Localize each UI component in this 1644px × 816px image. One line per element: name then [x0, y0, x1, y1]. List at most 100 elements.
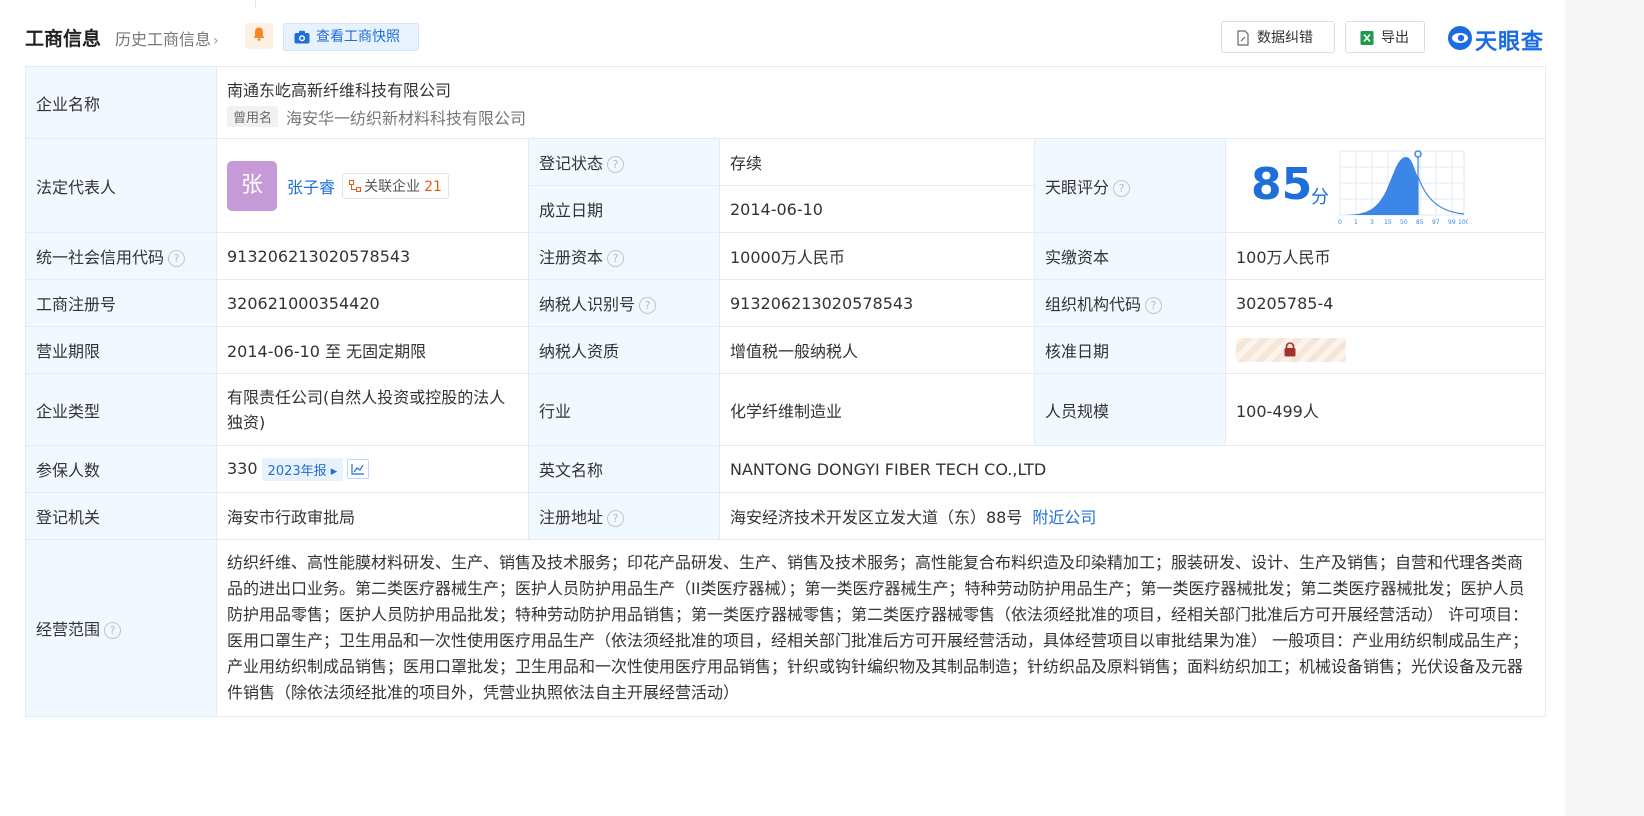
- table-row: 法定代表人 张张子睿 关联企业 21 登记状态? 存续 天眼评分? 85 分 0…: [25, 138, 1547, 233]
- legal-rep-cell: 张张子睿 关联企业 21: [216, 138, 529, 233]
- approval-date-label: 核准日期: [1034, 326, 1226, 374]
- svg-text:15: 15: [1384, 219, 1392, 226]
- english-name-label: 英文名称: [528, 445, 720, 493]
- insured-cell: 330 2023年报 ▸: [216, 445, 529, 493]
- industry-value: 化学纤维制造业: [719, 373, 1035, 446]
- term-label: 营业期限: [25, 326, 217, 374]
- table-row: 统一社会信用代码? 913206213020578543 注册资本? 10000…: [25, 232, 1547, 280]
- trend-chart-button[interactable]: [347, 459, 370, 479]
- score-widget[interactable]: 85 分 0 1 3 15 50 85 97 99 100: [1226, 141, 1545, 231]
- svg-text:85: 85: [1416, 219, 1424, 226]
- svg-text:50: 50: [1400, 219, 1408, 226]
- score-unit: 分: [1311, 186, 1329, 208]
- credit-code-value: 913206213020578543: [216, 232, 529, 280]
- insured-label: 参保人数: [25, 445, 217, 493]
- annual-report-tag[interactable]: 2023年报 ▸: [261, 457, 344, 481]
- table-row: 企业类型 有限责任公司(自然人投资或控股的法人独资) 行业 化学纤维制造业 人员…: [25, 373, 1547, 446]
- history-link[interactable]: 历史工商信息 ›: [115, 26, 219, 50]
- excel-icon: [1360, 31, 1374, 45]
- table-row: 经营范围? 纺织纤维、高性能膜材料研发、生产、销售及技术服务；印花产品研发、生产…: [25, 539, 1547, 717]
- scope-label: 经营范围?: [25, 539, 217, 717]
- used-name-tag: 曾用名: [227, 105, 279, 127]
- camera-icon: [294, 30, 310, 44]
- help-icon[interactable]: ?: [639, 297, 657, 314]
- address-cell: 海安经济技术开发区立发大道（东）88号 附近公司: [718, 492, 1547, 540]
- address-value: 海安经济技术开发区立发大道（东）88号: [730, 508, 1023, 527]
- help-icon[interactable]: ?: [607, 250, 625, 267]
- section-header: 工商信息 历史工商信息 › 查看工商快照 数据纠错 导出 天眼查: [25, 20, 1545, 55]
- monitor-button[interactable]: [245, 23, 273, 49]
- taxpayer-qual-label: 纳税人资质: [528, 326, 720, 374]
- company-type-label: 企业类型: [25, 373, 217, 446]
- vip-locked-field[interactable]: [1236, 338, 1346, 362]
- taxpayer-id-value: 913206213020578543: [719, 279, 1035, 327]
- staff-size-label: 人员规模: [1034, 373, 1226, 446]
- company-name: 南通东屹高新纤维科技有限公司: [227, 80, 452, 100]
- score-label: 天眼评分?: [1034, 138, 1226, 233]
- english-name-value: NANTONG DONGYI FIBER TECH CO.,LTD: [718, 445, 1547, 493]
- svg-text:0: 0: [1338, 219, 1342, 226]
- term-value: 2014-06-10 至 无固定期限: [216, 326, 529, 374]
- help-icon[interactable]: ?: [168, 250, 186, 267]
- lock-icon: [1284, 342, 1296, 357]
- help-icon[interactable]: ?: [104, 622, 122, 639]
- insured-value: 330: [227, 458, 258, 478]
- logo-mark-icon: [1448, 26, 1472, 50]
- chevron-right-icon: ›: [213, 33, 219, 49]
- scope-value: 纺织纤维、高性能膜材料研发、生产、销售及技术服务；印花产品研发、生产、销售及技术…: [215, 539, 1547, 717]
- help-icon[interactable]: ?: [1113, 179, 1131, 197]
- snapshot-label: 查看工商快照: [316, 29, 400, 45]
- table-row: 工商注册号 320621000354420 纳税人识别号? 9132062130…: [25, 279, 1547, 327]
- table-row: 登记机关 海安市行政审批局 注册地址? 海安经济技术开发区立发大道（东）88号附…: [25, 492, 1547, 540]
- help-icon[interactable]: ?: [1145, 297, 1163, 314]
- related-count: 21: [424, 178, 442, 195]
- reg-no-value: 320621000354420: [216, 279, 529, 327]
- section-title: 工商信息: [25, 28, 102, 50]
- score-distribution-chart: 0 1 3 15 50 85 97 99 100: [1338, 149, 1468, 226]
- taxpayer-qual-value: 增值税一般纳税人: [719, 326, 1035, 374]
- snapshot-button[interactable]: 查看工商快照: [283, 23, 419, 51]
- score-value: 85: [1251, 158, 1313, 210]
- svg-text:97: 97: [1432, 219, 1440, 226]
- table-row: 参保人数 330 2023年报 ▸ 英文名称 NANTONG DONGYI FIB…: [25, 445, 1547, 493]
- score-axis-ticks: 0 1 3 15 50 85 97 99 100: [1338, 219, 1468, 226]
- reg-capital-value: 10000万人民币: [719, 232, 1035, 280]
- avatar[interactable]: 张: [227, 160, 277, 211]
- authority-value: 海安市行政审批局: [216, 492, 529, 540]
- authority-label: 登记机关: [25, 492, 217, 540]
- svg-text:1: 1: [1354, 219, 1358, 226]
- business-info-table: 企业名称 南通东屹高新纤维科技有限公司 曾用名 海安华一纺织新材料科技有限公司 法…: [25, 66, 1547, 717]
- export-button[interactable]: 导出: [1345, 21, 1425, 53]
- data-fix-button[interactable]: 数据纠错: [1221, 21, 1335, 53]
- right-gutter: [1565, 0, 1644, 816]
- caret-right-icon: ▸: [326, 463, 338, 479]
- score-marker: [1414, 149, 1422, 158]
- trend-chart-icon: [351, 464, 365, 475]
- taxpayer-id-label: 纳税人识别号?: [528, 279, 720, 327]
- legal-rep-name[interactable]: 张子睿: [287, 178, 335, 197]
- svg-text:100: 100: [1458, 219, 1468, 226]
- used-name[interactable]: 海安华一纺织新材料科技有限公司: [286, 109, 526, 128]
- industry-label: 行业: [528, 373, 720, 446]
- related-companies-button[interactable]: 关联企业 21: [342, 172, 449, 199]
- status-value: 存续: [719, 138, 1035, 186]
- approval-date-cell: [1224, 326, 1547, 374]
- status-label: 登记状态?: [528, 138, 720, 186]
- nearby-companies-link[interactable]: 附近公司: [1032, 508, 1096, 527]
- paid-capital-label: 实缴资本: [1034, 232, 1226, 280]
- reg-capital-label: 注册资本?: [528, 232, 720, 280]
- help-icon[interactable]: ?: [607, 510, 625, 527]
- legal-rep-label: 法定代表人: [25, 138, 217, 233]
- help-icon[interactable]: ?: [607, 156, 625, 173]
- score-area: [1340, 156, 1418, 215]
- table-row: 营业期限 2014-06-10 至 无固定期限 纳税人资质 增值税一般纳税人 核…: [25, 326, 1547, 374]
- company-name-cell: 南通东屹高新纤维科技有限公司 曾用名 海安华一纺织新材料科技有限公司: [215, 66, 1547, 139]
- address-label: 注册地址?: [528, 492, 720, 540]
- org-code-label: 组织机构代码?: [1034, 279, 1226, 327]
- score-cell: 85 分 0 1 3 15 50 85 97 99 100: [1224, 138, 1547, 233]
- edit-document-icon: [1237, 30, 1249, 46]
- credit-code-label: 统一社会信用代码?: [25, 232, 217, 280]
- reg-no-label: 工商注册号: [25, 279, 217, 327]
- relation-icon: [349, 179, 362, 192]
- company-type-value: 有限责任公司(自然人投资或控股的法人独资): [216, 373, 529, 446]
